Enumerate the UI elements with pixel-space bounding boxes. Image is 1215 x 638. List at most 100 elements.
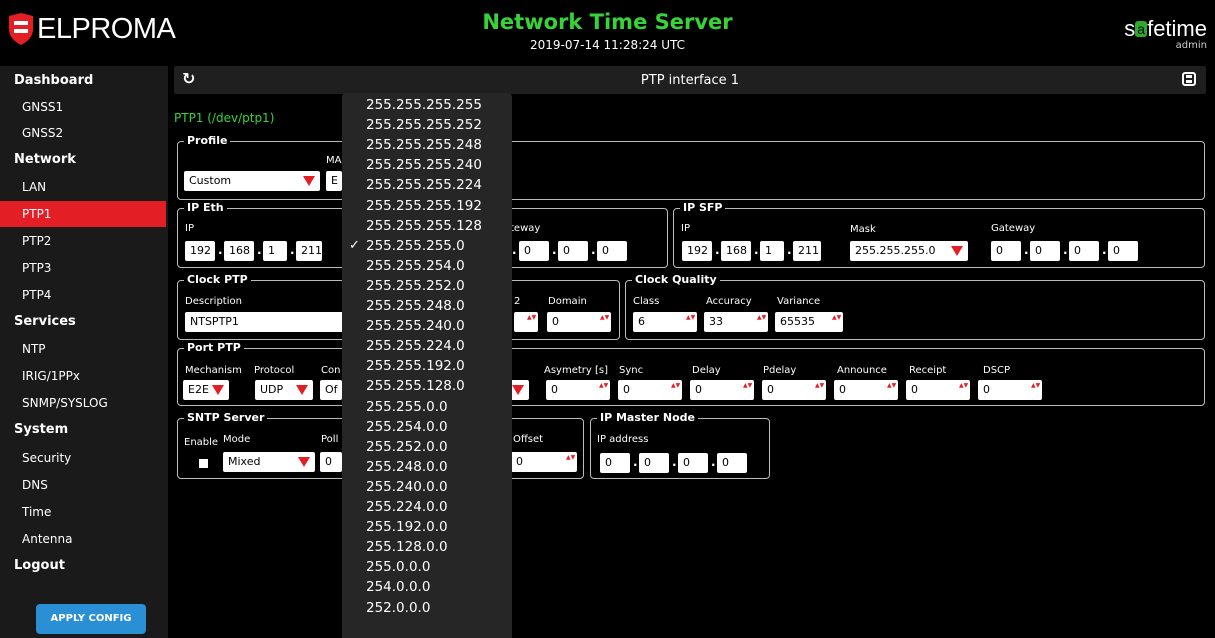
mask-option[interactable]: 255.224.0.0 (342, 498, 512, 516)
sidebar-item-ptp2[interactable]: PTP2 (0, 228, 166, 254)
master-ip-octet-3[interactable]: 0 (678, 453, 708, 473)
mask-option[interactable]: 255.255.255.240 (342, 156, 512, 174)
master-ip-octet-1[interactable]: 0 (600, 453, 630, 473)
mask-option[interactable]: 255.254.0.0 (342, 418, 512, 436)
ip-sfp-gw-octet-3[interactable]: 0 (1069, 241, 1099, 261)
con-select[interactable]: Of (320, 380, 342, 400)
receipt-stepper[interactable]: 0 (906, 380, 970, 400)
poll-stepper[interactable]: 0 (320, 452, 342, 472)
port-ptp-group: Port PTP Mechanism E2E Protocol UDP Con … (177, 341, 1205, 406)
sidebar-item-dashboard[interactable]: Dashboard (0, 68, 166, 94)
announce-stepper[interactable]: 0 (834, 380, 898, 400)
ip-eth-octet-1[interactable]: 192 (185, 241, 215, 261)
mask-option[interactable]: 255.255.254.0 (342, 257, 512, 275)
sidebar-item-ptp1[interactable]: PTP1 (0, 201, 166, 227)
mask-option[interactable]: 255.255.224.0 (342, 337, 512, 355)
mask-option[interactable]: 255.0.0.0 (342, 558, 512, 576)
ip-dot: . (552, 243, 557, 257)
mask-option-label: 255.240.0.0 (366, 478, 448, 495)
ip-sfp-octet-2[interactable]: 168 (721, 241, 751, 261)
ip-eth-gw-octet-2[interactable]: 0 (519, 241, 549, 261)
mask-option[interactable]: 255.192.0.0 (342, 518, 512, 536)
sidebar-item-ptp4[interactable]: PTP4 (0, 282, 166, 308)
pdelay-stepper[interactable]: 0 (762, 380, 826, 400)
ip-sfp-gw-octet-2[interactable]: 0 (1030, 241, 1060, 261)
mask-option[interactable]: 255.255.255.224 (342, 176, 512, 194)
mask-option[interactable]: 255.128.0.0 (342, 538, 512, 556)
sidebar-item-services[interactable]: Services (0, 309, 166, 335)
sidebar-item-security[interactable]: Security (0, 445, 166, 471)
sidebar-item-ntp[interactable]: NTP (0, 336, 166, 362)
dscp-stepper[interactable]: 0 (978, 380, 1042, 400)
mask-option[interactable]: 255.255.240.0 (342, 317, 512, 335)
ip-eth-octet-3[interactable]: 1 (263, 241, 287, 261)
mask-option[interactable]: 255.255.252.0 (342, 277, 512, 295)
ip-eth-gateway-label: teway (510, 223, 541, 234)
ip-sfp-gw-octet-4[interactable]: 0 (1108, 241, 1138, 261)
ip-sfp-octet-4[interactable]: 211 (793, 241, 821, 261)
apply-config-button[interactable]: APPLY CONFIG (36, 604, 146, 634)
mode-select[interactable]: Mixed (223, 452, 315, 472)
ip-sfp-gw-octet-1[interactable]: 0 (991, 241, 1021, 261)
offset-stepper[interactable]: 0 (511, 452, 577, 472)
ip-eth-octet-4[interactable]: 211 (296, 241, 322, 261)
priority2-stepper[interactable] (514, 312, 538, 332)
master-ip-octet-4[interactable]: 0 (717, 453, 747, 473)
asymetry-stepper[interactable]: 0 (546, 380, 610, 400)
mask-option[interactable]: 255.255.0.0 (342, 398, 512, 416)
mask-option[interactable]: 255.240.0.0 (342, 478, 512, 496)
sidebar-item-network[interactable]: Network (0, 147, 166, 173)
product-logo-s: s (1124, 16, 1136, 41)
sidebar-item-system[interactable]: System (0, 417, 166, 443)
mask-option[interactable]: 255.248.0.0 (342, 458, 512, 476)
mask-option[interactable]: 252.0.0.0 (342, 599, 512, 617)
sidebar-item-gnss1[interactable]: GNSS1 (0, 94, 166, 120)
mask-option[interactable]: ✓ 255.255.255.0 (342, 237, 512, 255)
sidebar-item-lan[interactable]: LAN (0, 174, 166, 200)
sidebar-item-snmp[interactable]: SNMP/SYSLOG (0, 390, 166, 416)
sidebar-item-gnss2[interactable]: GNSS2 (0, 120, 166, 146)
clock-quality-group: Clock Quality Class 6 Accuracy 33 Varian… (625, 273, 1205, 340)
ip-sfp-octet-3[interactable]: 1 (760, 241, 784, 261)
sidebar-item-antenna[interactable]: Antenna (0, 526, 166, 552)
ip-eth-gw-octet-4[interactable]: 0 (597, 241, 627, 261)
port-ptp-legend: Port PTP (184, 341, 244, 354)
mask-option[interactable]: 255.252.0.0 (342, 438, 512, 456)
delay-stepper[interactable]: 0 (690, 380, 754, 400)
product-logo-rest: fetime (1147, 16, 1207, 41)
mask-option[interactable]: 255.255.255.255 (342, 96, 512, 114)
mac-field[interactable]: E (326, 171, 342, 191)
mask-option[interactable]: 255.255.255.248 (342, 136, 512, 154)
sync-stepper[interactable]: 0 (618, 380, 682, 400)
ip-eth-octet-2[interactable]: 168 (224, 241, 254, 261)
variance-stepper[interactable]: 65535 (775, 312, 843, 332)
accuracy-stepper[interactable]: 33 (704, 312, 768, 332)
mask-option[interactable]: 255.255.255.192 (342, 197, 512, 215)
profile-select[interactable]: Custom (184, 171, 320, 191)
sidebar-item-time[interactable]: Time (0, 499, 166, 525)
mask-option[interactable]: 255.255.128.0 (342, 377, 512, 395)
sidebar-item-dns[interactable]: DNS (0, 472, 166, 498)
protocol-select[interactable]: UDP (255, 380, 313, 400)
description-field[interactable]: NTSPTP1 (185, 312, 349, 332)
domain-stepper[interactable]: 0 (547, 312, 611, 332)
enable-checkbox[interactable] (199, 459, 208, 468)
mask-option[interactable]: 254.0.0.0 (342, 578, 512, 596)
ip-sfp-octet-1[interactable]: 192 (682, 241, 712, 261)
mask-option[interactable]: 255.255.255.252 (342, 116, 512, 134)
master-ip-octet-2[interactable]: 0 (639, 453, 669, 473)
mask-option-label: 255.255.255.128 (366, 217, 482, 234)
mechanism-select[interactable]: E2E (183, 380, 229, 400)
save-icon[interactable] (1182, 72, 1196, 89)
ip-eth-gw-octet-3[interactable]: 0 (558, 241, 588, 261)
ip-sfp-mask-select[interactable]: 255.255.255.0 (850, 241, 968, 261)
mask-option[interactable]: 255.255.255.128 (342, 217, 512, 235)
mask-option-label: 254.0.0.0 (366, 579, 431, 596)
sidebar-item-ptp3[interactable]: PTP3 (0, 255, 166, 281)
sidebar-item-logout[interactable]: Logout (0, 553, 166, 579)
class-stepper[interactable]: 6 (633, 312, 697, 332)
sidebar-item-irig[interactable]: IRIG/1PPx (0, 363, 166, 389)
mask-option[interactable]: 255.255.248.0 (342, 297, 512, 315)
mask-option[interactable]: 255.255.192.0 (342, 357, 512, 375)
ip-dot: . (672, 455, 677, 469)
